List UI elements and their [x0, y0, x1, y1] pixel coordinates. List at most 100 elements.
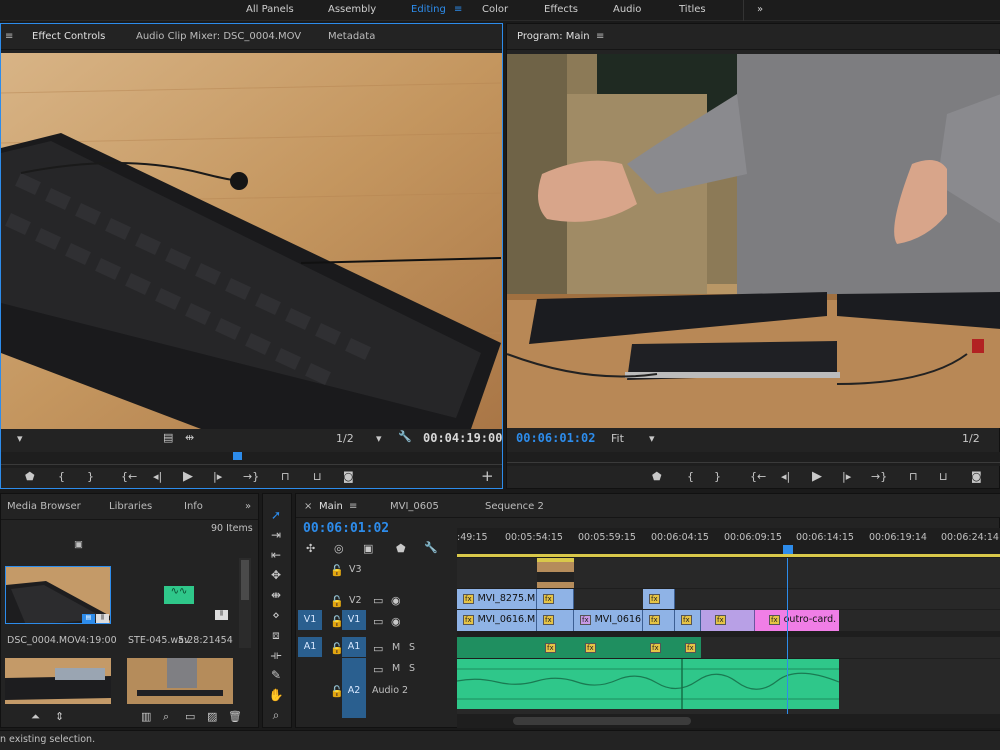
add-marker-icon[interactable]: ⬟ — [25, 470, 35, 483]
sequence-menu-icon[interactable]: ≡ — [349, 501, 357, 512]
mute-button[interactable]: M — [392, 642, 400, 653]
project-scrollbar[interactable] — [239, 558, 251, 648]
go-to-in-icon[interactable]: {← — [750, 470, 766, 483]
fit-select[interactable]: Fit — [611, 432, 624, 445]
zoom-tool-icon[interactable]: ⌕ — [266, 708, 286, 723]
clip-v1-outro-card[interactable]: fx outro-card. — [755, 610, 839, 631]
fit-chevron-icon[interactable]: ▾ — [649, 432, 655, 445]
clip-v1-mvi0616-a[interactable]: fx MVI_0616.M — [457, 610, 537, 631]
panel-menu-icon[interactable]: ≡ — [5, 31, 13, 42]
lock-icon[interactable]: 🔓 — [330, 564, 344, 577]
program-timecode[interactable]: 00:06:01:02 — [516, 431, 595, 445]
camera-icon[interactable]: ◙ — [971, 470, 982, 483]
clip-v3[interactable] — [537, 558, 574, 588]
mark-out-icon[interactable]: } — [714, 470, 721, 483]
slide-tool-icon[interactable]: ⟛ — [266, 648, 286, 663]
scrollbar-thumb[interactable] — [241, 560, 249, 600]
insert-clip-icon[interactable]: ⊓ — [281, 470, 290, 483]
camera-icon[interactable]: ◙ — [343, 470, 354, 483]
tab-info[interactable]: Info — [184, 501, 203, 512]
clip-a1-audio[interactable]: fx fx fx fx — [457, 637, 701, 658]
lift-icon[interactable]: ⊓ — [909, 470, 918, 483]
eye-icon[interactable]: ◉ — [391, 615, 401, 628]
track-target-a2[interactable]: A2 — [342, 658, 366, 718]
clip-v2-mvi8275[interactable]: fx MVI_8275.M — [457, 589, 537, 609]
clip-thumbnail-ste045[interactable]: ∿∿ ⫼ — [123, 566, 235, 624]
tab-sequence-2[interactable]: Sequence 2 — [485, 501, 544, 512]
rate-stretch-tool-icon[interactable]: ⇼ — [266, 588, 286, 602]
source-scrub-bar[interactable] — [1, 452, 502, 468]
more-workspaces-icon[interactable]: » — [757, 4, 763, 15]
automate-icon[interactable]: ▥ — [141, 710, 151, 723]
program-zoom[interactable]: 1/2 — [962, 432, 980, 445]
close-icon[interactable]: × — [304, 501, 312, 512]
wrench-icon[interactable]: 🔧 — [424, 541, 438, 554]
solo-button[interactable]: S — [409, 663, 415, 674]
workspace-assembly[interactable]: Assembly — [328, 4, 376, 15]
step-back-icon[interactable]: ◂| — [153, 470, 162, 483]
source-patch-v1[interactable]: V1 — [298, 610, 322, 630]
lock-icon[interactable]: 🔓 — [330, 595, 344, 608]
solo-button[interactable]: S — [409, 642, 415, 653]
tab-effect-controls[interactable]: Effect Controls — [32, 31, 105, 42]
source-video-frame[interactable] — [1, 53, 502, 429]
clip-v1-c[interactable]: fx — [643, 610, 675, 631]
mark-in-icon[interactable]: { — [687, 470, 694, 483]
track-target-a1[interactable]: A1 — [342, 637, 366, 657]
go-to-out-icon[interactable]: →} — [243, 470, 259, 483]
tab-mvi0605[interactable]: MVI_0605 — [390, 501, 439, 512]
wrench-icon[interactable]: 🔧 — [398, 430, 412, 443]
tab-main-sequence[interactable]: Main — [319, 501, 343, 512]
insert-icon[interactable]: ⇹ — [185, 431, 194, 444]
timeline-timecode[interactable]: 00:06:01:02 — [303, 521, 389, 536]
eye-icon[interactable]: ◉ — [391, 594, 401, 607]
mark-in-icon[interactable]: { — [58, 470, 65, 483]
add-button-icon[interactable]: + — [481, 467, 494, 485]
toggle-sync-icon[interactable]: ▭ — [373, 642, 383, 655]
step-forward-icon[interactable]: |▸ — [842, 470, 851, 483]
track-select-tool-icon[interactable]: ⇥ — [266, 528, 286, 542]
program-video-frame[interactable] — [507, 54, 1000, 428]
new-bin-icon[interactable]: ▭ — [185, 710, 195, 723]
dropdown-chevron-icon[interactable]: ▾ — [17, 432, 23, 445]
play-icon[interactable]: ▶ — [812, 469, 822, 484]
time-ruler[interactable]: :49:15 00:05:54:15 00:05:59:15 00:06:04:… — [457, 528, 1000, 558]
play-icon[interactable]: ▶ — [183, 469, 193, 484]
mute-button[interactable]: M — [392, 663, 400, 674]
new-item-icon[interactable]: ▨ — [207, 710, 217, 723]
go-to-out-icon[interactable]: →} — [871, 470, 887, 483]
extract-icon[interactable]: ⊔ — [939, 470, 948, 483]
slip-tool-icon[interactable]: ⧈ — [266, 628, 286, 643]
clip-v2-b[interactable]: fx — [537, 589, 574, 609]
playhead[interactable] — [233, 452, 242, 460]
find-icon[interactable]: ⌕ — [163, 710, 169, 724]
source-timecode[interactable]: 00:04:19:00 — [423, 431, 502, 445]
workspace-menu-icon[interactable]: ≡ — [454, 4, 462, 15]
clip-v1-mvi0616-b[interactable]: fx MVI_0616 — [574, 610, 643, 631]
scrollbar-thumb[interactable] — [513, 717, 691, 725]
razor-tool-icon[interactable]: ⋄ — [266, 608, 286, 622]
work-area-bar[interactable] — [457, 554, 1000, 557]
snap-icon[interactable]: ✣ — [306, 542, 315, 555]
linked-selection-icon[interactable]: ◎ — [334, 542, 344, 555]
go-to-in-icon[interactable]: {← — [121, 470, 137, 483]
pen-tool-icon[interactable]: ✎ — [266, 668, 286, 682]
marker-icon[interactable]: ⬟ — [396, 542, 406, 555]
clip-thumbnail-dsc0004[interactable]: ▤ ⫼ — [5, 566, 111, 624]
tab-media-browser[interactable]: Media Browser — [7, 501, 81, 512]
workspace-editing[interactable]: Editing — [411, 4, 446, 15]
step-forward-icon[interactable]: |▸ — [213, 470, 222, 483]
source-patch-a1[interactable]: A1 — [298, 637, 322, 657]
trash-icon[interactable]: 🗑 — [228, 710, 242, 723]
clip-v1-e[interactable]: fx — [701, 610, 755, 631]
workspace-audio[interactable]: Audio — [613, 4, 641, 15]
program-scrub-bar[interactable] — [507, 452, 1000, 466]
tab-libraries[interactable]: Libraries — [109, 501, 152, 512]
settings-frame-icon[interactable]: ▤ — [163, 431, 173, 444]
program-title[interactable]: Program: Main — [517, 31, 590, 42]
toggle-sync-icon[interactable]: ▭ — [373, 594, 383, 607]
track-target-v1[interactable]: V1 — [342, 610, 366, 630]
tab-audio-clip-mixer[interactable]: Audio Clip Mixer: DSC_0004.MOV — [136, 31, 301, 42]
ripple-edit-tool-icon[interactable]: ⇤ — [266, 548, 286, 562]
clip-v2-c[interactable]: fx — [643, 589, 675, 609]
